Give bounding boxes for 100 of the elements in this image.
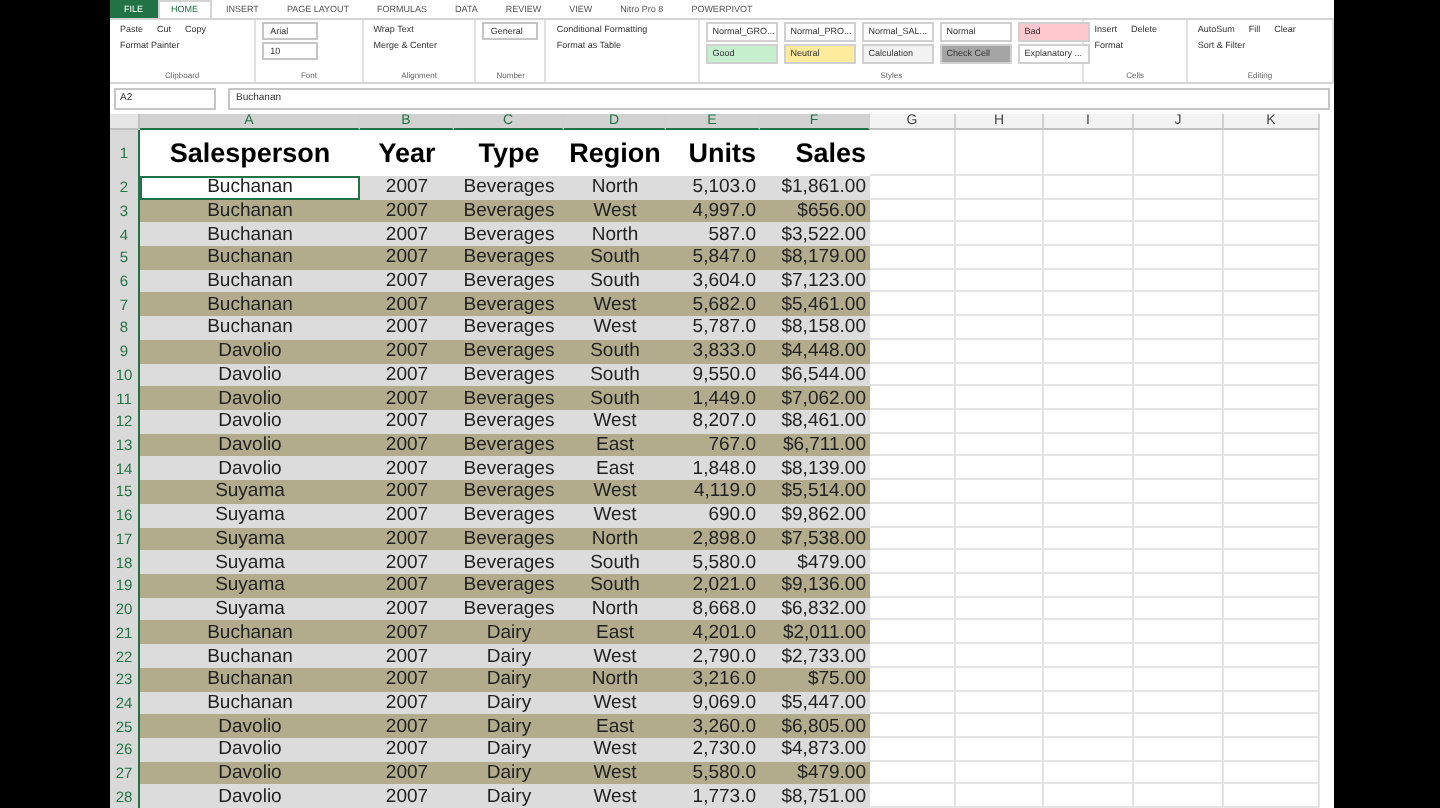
empty-cell[interactable] [956,339,1044,364]
empty-cell[interactable] [956,714,1044,739]
empty-cell[interactable] [956,386,1044,410]
empty-cell[interactable] [956,620,1044,645]
empty-cell[interactable] [1224,292,1320,317]
empty-cell[interactable] [956,550,1044,574]
empty-cell[interactable] [1134,597,1224,621]
empty-cell[interactable] [956,199,1044,223]
empty-cell[interactable] [1224,175,1320,199]
empty-cell[interactable] [1134,199,1224,223]
empty-cell[interactable] [1224,339,1320,364]
empty-cell[interactable] [1134,316,1224,340]
empty-cell[interactable] [1044,574,1134,598]
empty-cell[interactable] [1134,527,1224,551]
empty-cell[interactable] [1224,456,1320,481]
empty-cell[interactable] [1044,386,1134,410]
empty-cell[interactable] [1134,667,1224,692]
empty-cell[interactable] [1224,316,1320,340]
empty-cell[interactable] [956,597,1044,621]
empty-cell[interactable] [1224,129,1320,176]
empty-cell[interactable] [956,738,1044,762]
empty-cell[interactable] [1134,691,1224,715]
empty-cell[interactable] [1134,644,1224,668]
empty-cell[interactable] [1044,503,1134,528]
empty-cell[interactable] [1044,199,1134,223]
empty-cell[interactable] [1134,550,1224,574]
empty-cell[interactable] [1134,433,1224,457]
empty-cell[interactable] [1044,292,1134,317]
empty-cell[interactable] [1044,456,1134,481]
empty-cell[interactable] [1224,245,1320,270]
empty-cell[interactable] [1044,691,1134,715]
empty-cell[interactable] [1134,738,1224,762]
empty-cell[interactable] [1044,644,1134,668]
empty-cell[interactable] [956,129,1044,176]
empty-cell[interactable] [1224,597,1320,621]
empty-cell[interactable] [1044,269,1134,293]
active-cell[interactable]: Buchanan [140,175,360,199]
empty-cell[interactable] [956,245,1044,270]
empty-cell[interactable] [956,269,1044,293]
empty-cell[interactable] [1134,245,1224,270]
empty-cell[interactable] [956,456,1044,481]
empty-cell[interactable] [956,409,1044,434]
empty-cell[interactable] [1044,620,1134,645]
empty-cell[interactable] [956,784,1044,808]
empty-cell[interactable] [1044,316,1134,340]
empty-cell[interactable] [1134,714,1224,739]
empty-cell[interactable] [1044,527,1134,551]
empty-cell[interactable] [1044,175,1134,199]
empty-cell[interactable] [1224,714,1320,739]
empty-cell[interactable] [1224,269,1320,293]
empty-cell[interactable] [1134,386,1224,410]
empty-cell[interactable] [1224,761,1320,785]
empty-cell[interactable] [1134,292,1224,317]
empty-cell[interactable] [1044,761,1134,785]
empty-cell[interactable] [1224,784,1320,808]
empty-cell[interactable] [1224,691,1320,715]
empty-cell[interactable] [1224,363,1320,387]
empty-cell[interactable] [956,667,1044,692]
empty-cell[interactable] [1224,620,1320,645]
empty-cell[interactable] [1224,667,1320,692]
empty-cell[interactable] [956,503,1044,528]
empty-cell[interactable] [1044,433,1134,457]
empty-cell[interactable] [1134,456,1224,481]
empty-cell[interactable] [1134,620,1224,645]
empty-cell[interactable] [1134,269,1224,293]
empty-cell[interactable] [1134,222,1224,246]
empty-cell[interactable] [956,527,1044,551]
empty-cell[interactable] [956,691,1044,715]
empty-cell[interactable] [1044,409,1134,434]
empty-cell[interactable] [956,292,1044,317]
empty-cell[interactable] [1224,550,1320,574]
empty-cell[interactable] [1044,129,1134,176]
empty-cell[interactable] [956,480,1044,504]
empty-cell[interactable] [1044,597,1134,621]
empty-cell[interactable] [956,761,1044,785]
empty-cell[interactable] [1134,784,1224,808]
empty-cell[interactable] [1134,574,1224,598]
empty-cell[interactable] [1224,503,1320,528]
empty-cell[interactable] [956,433,1044,457]
empty-cell[interactable] [1044,222,1134,246]
empty-cell[interactable] [1044,738,1134,762]
empty-cell[interactable] [1134,129,1224,176]
empty-cell[interactable] [1224,574,1320,598]
empty-cell[interactable] [1134,409,1224,434]
empty-cell[interactable] [1134,761,1224,785]
empty-cell[interactable] [1134,480,1224,504]
empty-cell[interactable] [956,574,1044,598]
empty-cell[interactable] [1224,433,1320,457]
empty-cell[interactable] [1134,363,1224,387]
empty-cell[interactable] [1224,222,1320,246]
empty-cell[interactable] [1044,480,1134,504]
empty-cell[interactable] [1224,480,1320,504]
empty-cell[interactable] [1134,175,1224,199]
empty-cell[interactable] [956,644,1044,668]
empty-cell[interactable] [956,316,1044,340]
empty-cell[interactable] [1044,245,1134,270]
empty-cell[interactable] [1224,738,1320,762]
empty-cell[interactable] [1044,714,1134,739]
empty-cell[interactable] [1044,363,1134,387]
empty-cell[interactable] [956,222,1044,246]
